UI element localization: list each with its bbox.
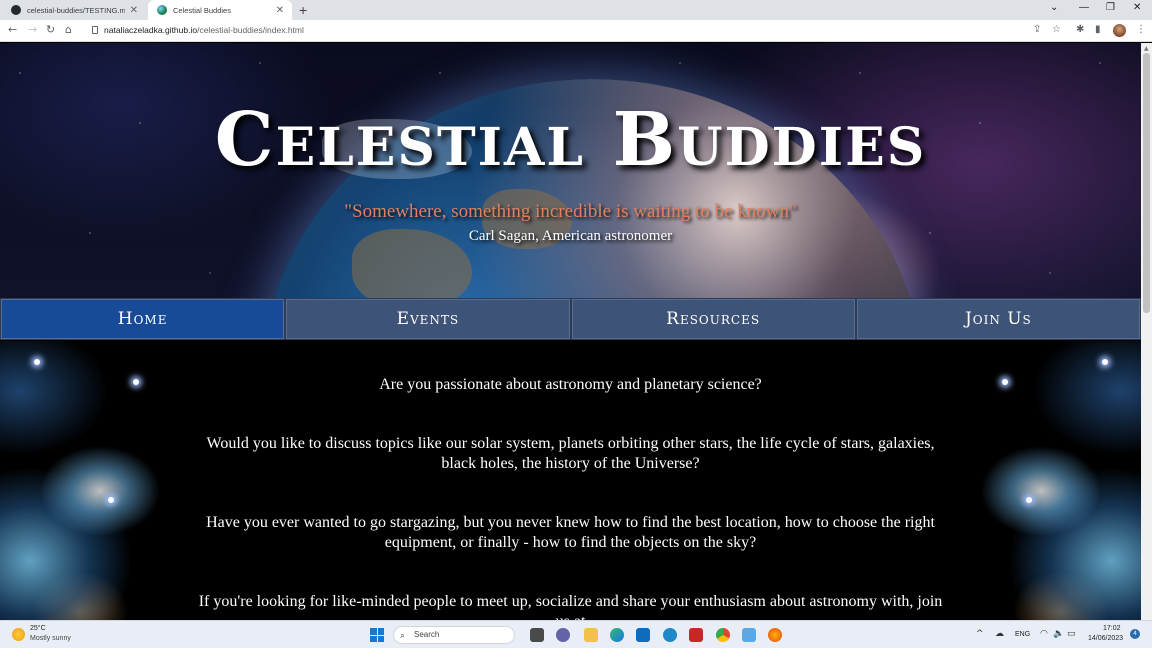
taskbar-search[interactable]: ⌕ Search: [393, 626, 515, 644]
new-tab-button[interactable]: +: [299, 2, 307, 18]
search-placeholder: Search: [414, 630, 440, 639]
extensions-icon[interactable]: ✱: [1076, 24, 1084, 35]
nav-join-us[interactable]: Join Us: [856, 299, 1140, 339]
github-icon: [11, 5, 21, 15]
intro-paragraph: If you're looking for like-minded people…: [198, 593, 943, 620]
side-panel-icon[interactable]: ▮: [1095, 24, 1101, 35]
tab-testing-md[interactable]: celestial-buddies/TESTING.md at ✕: [2, 0, 146, 20]
mcafee-icon[interactable]: [689, 628, 703, 642]
bookmark-star-icon[interactable]: ☆: [1052, 24, 1061, 35]
close-icon[interactable]: ✕: [276, 5, 284, 16]
address-bar[interactable]: nataliaczeladka.github.io/celestial-budd…: [104, 25, 304, 35]
nav-home[interactable]: Home: [1, 299, 285, 339]
menu-kebab-icon[interactable]: ⋮: [1136, 24, 1146, 35]
nebula-decoration-left: [0, 341, 180, 620]
url-path: /celestial-buddies/index.html: [197, 25, 304, 35]
main-navigation: Home Events Resources Join Us: [0, 298, 1141, 340]
scroll-thumb[interactable]: [1143, 53, 1150, 313]
language-indicator[interactable]: ENG: [1015, 631, 1030, 638]
tab-celestial-buddies[interactable]: Celestial Buddies ✕: [148, 0, 292, 20]
hero-banner: Celestial Buddies "Somewhere, something …: [0, 43, 1141, 299]
edge-icon[interactable]: [610, 628, 624, 642]
intro-paragraph: Have you ever wanted to go stargazing, b…: [206, 514, 935, 551]
window-close-button[interactable]: ✕: [1133, 2, 1141, 13]
nebula-decoration-right: [961, 341, 1141, 620]
star-glow: [34, 359, 40, 365]
volume-icon[interactable]: 🔈: [1053, 629, 1064, 639]
page-viewport: Celestial Buddies "Somewhere, something …: [0, 43, 1141, 620]
battery-icon[interactable]: ▭: [1067, 629, 1076, 639]
scroll-up-arrow-icon[interactable]: ▲: [1144, 45, 1149, 52]
share-icon[interactable]: ⇪: [1033, 24, 1041, 35]
search-icon: ⌕: [400, 631, 406, 641]
nav-resources[interactable]: Resources: [571, 299, 855, 339]
task-view-icon[interactable]: [530, 628, 544, 642]
minimize-button[interactable]: —: [1079, 2, 1089, 13]
quote-author: Carl Sagan, American astronomer: [468, 228, 673, 244]
close-icon[interactable]: ✕: [130, 5, 138, 16]
nav-events[interactable]: Events: [286, 299, 570, 339]
url-domain: nataliaczeladka.github.io: [104, 25, 198, 35]
wifi-icon[interactable]: ◠: [1040, 629, 1048, 639]
chrome-icon[interactable]: [716, 628, 730, 642]
intro-section: Are you passionate about astronomy and p…: [0, 341, 1141, 620]
browser-toolbar: ← → ↻ ⌂ nataliaczeladka.github.io/celest…: [0, 20, 1152, 42]
start-button[interactable]: [370, 628, 384, 642]
reload-button[interactable]: ↻: [46, 23, 55, 36]
hero-quote: "Somewhere, something incredible is wait…: [344, 201, 797, 222]
intro-text: Are you passionate about astronomy and p…: [190, 375, 951, 620]
home-button[interactable]: ⌂: [65, 23, 72, 36]
lock-icon[interactable]: [92, 26, 98, 34]
back-button[interactable]: ←: [8, 23, 17, 36]
tab-title: celestial-buddies/TESTING.md at: [27, 5, 125, 15]
restore-button[interactable]: ❐: [1106, 2, 1115, 13]
sun-icon[interactable]: [12, 628, 25, 641]
intro-paragraph: Are you passionate about astronomy and p…: [379, 376, 762, 393]
star-glow: [133, 379, 139, 385]
photos-icon[interactable]: [742, 628, 756, 642]
teams-chat-icon[interactable]: [556, 628, 570, 642]
weather-description[interactable]: Mostly sunny: [30, 635, 71, 642]
file-explorer-icon[interactable]: [584, 628, 598, 642]
tab-search-icon[interactable]: ⌄: [1050, 2, 1058, 13]
windows-taskbar: 25°C Mostly sunny ⌕ Search ^ ☁ ENG ◠ 🔈 ▭…: [0, 620, 1152, 648]
page-scrollbar[interactable]: ▲: [1141, 43, 1152, 620]
vscode-icon[interactable]: [663, 628, 677, 642]
profile-avatar[interactable]: [1113, 24, 1126, 37]
globe-icon: [157, 5, 167, 15]
store-icon[interactable]: [636, 628, 650, 642]
tab-title: Celestial Buddies: [173, 5, 231, 15]
star-glow: [1026, 497, 1032, 503]
intro-paragraph: Would you like to discuss topics like ou…: [206, 435, 935, 472]
clock-date[interactable]: 14/06/2023: [1088, 635, 1123, 642]
notification-badge[interactable]: 4: [1130, 629, 1140, 639]
star-glow: [108, 497, 114, 503]
forward-button[interactable]: →: [28, 23, 37, 36]
star-glow: [1102, 359, 1108, 365]
weather-temperature[interactable]: 25°C: [30, 625, 46, 632]
site-title[interactable]: Celestial Buddies: [0, 95, 1141, 185]
firefox-icon[interactable]: [768, 628, 782, 642]
clock-time[interactable]: 17:02: [1103, 625, 1121, 632]
star-glow: [1002, 379, 1008, 385]
browser-tab-strip: celestial-buddies/TESTING.md at ✕ Celest…: [0, 0, 1152, 20]
onedrive-icon[interactable]: ☁: [995, 629, 1004, 639]
chevron-up-icon[interactable]: ^: [976, 629, 984, 639]
